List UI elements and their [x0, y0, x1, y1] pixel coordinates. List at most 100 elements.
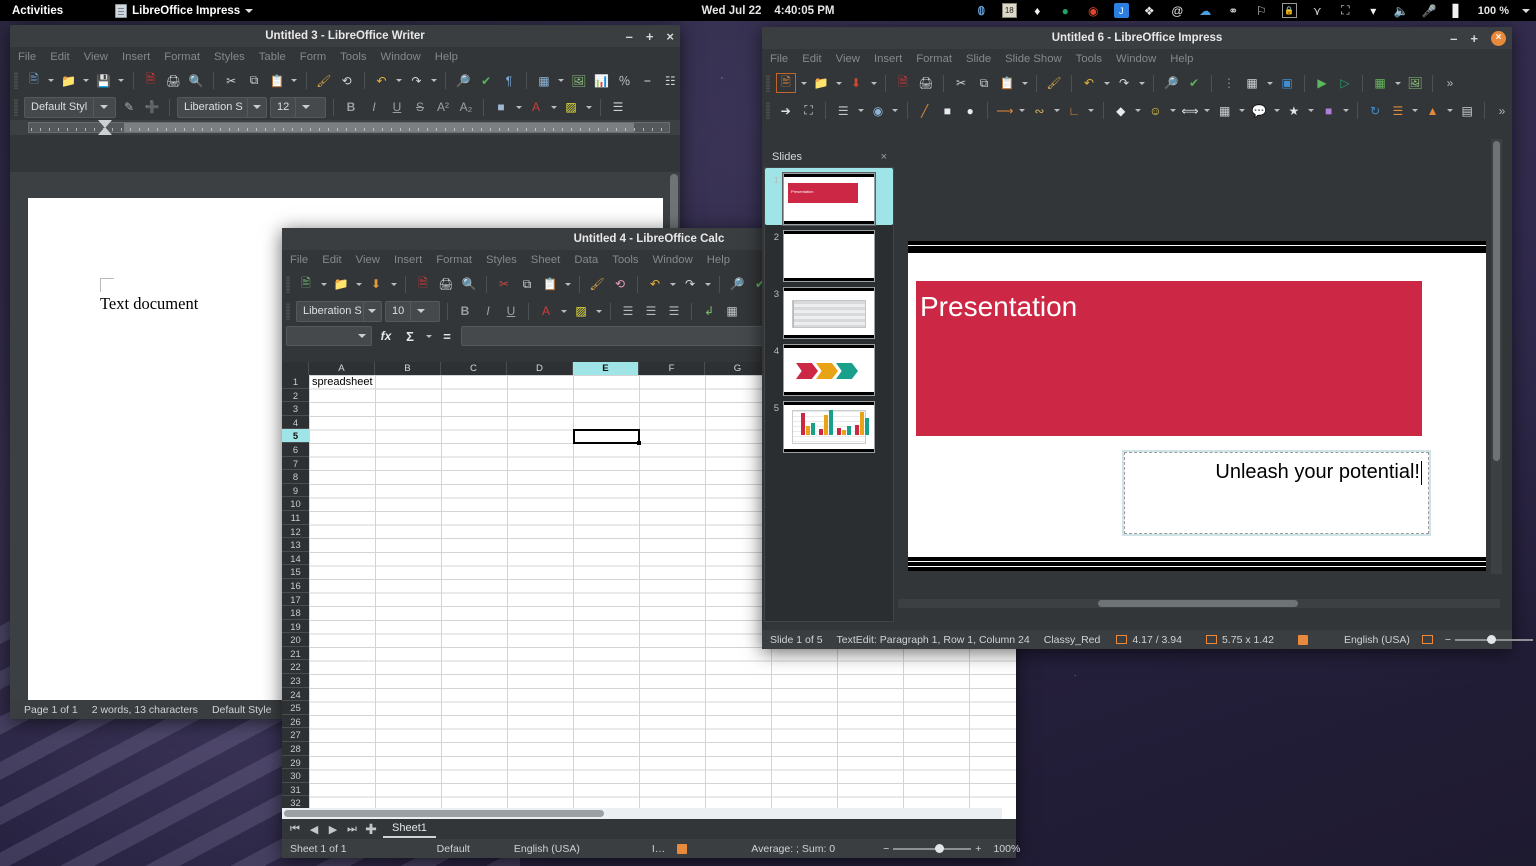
row-header-16[interactable]: 16 [282, 579, 309, 593]
master-slide-dropdown[interactable] [1265, 74, 1274, 92]
arrange-dropdown[interactable] [1445, 102, 1454, 120]
display-icon[interactable]: ⛶ [1338, 3, 1353, 18]
row-header-14[interactable]: 14 [282, 552, 309, 566]
row-header-6[interactable]: 6 [282, 443, 309, 457]
slide-thumb-canvas[interactable]: Presentation [783, 173, 875, 225]
redo-dropdown[interactable] [1137, 74, 1146, 92]
sheet-tab-sheet1[interactable]: Sheet1 [383, 820, 436, 838]
row-header-12[interactable]: 12 [282, 525, 309, 539]
last-sheet-icon[interactable]: ⏭ [345, 823, 359, 836]
stars-dropdown[interactable] [1307, 102, 1316, 120]
italic-icon[interactable]: I [364, 97, 384, 117]
toolbar-overflow-icon[interactable]: » [1440, 73, 1460, 93]
sum-icon[interactable]: Σ [400, 326, 420, 346]
start-from-first-slide-icon[interactable]: ▶ [1312, 73, 1332, 93]
align-left-icon[interactable]: ☰ [618, 301, 638, 321]
row-header-11[interactable]: 11 [282, 511, 309, 525]
image-icon[interactable]: 🖼 [1405, 73, 1425, 93]
subscript-icon[interactable]: A₂ [456, 97, 476, 117]
merge-cells-icon[interactable]: ▦ [722, 301, 742, 321]
impress-menubar[interactable]: File Edit View Insert Format Slide Slide… [762, 49, 1512, 69]
save-dropdown[interactable] [389, 275, 398, 293]
chevron-down-icon[interactable] [93, 98, 113, 117]
row-header-30[interactable]: 30 [282, 769, 309, 783]
bold-icon[interactable]: B [341, 97, 361, 117]
strikethrough-icon[interactable]: S [410, 97, 430, 117]
print-preview-icon[interactable]: 🔍 [186, 71, 206, 91]
menu-format[interactable]: Format [916, 53, 952, 65]
writer-page-style[interactable]: Default Style [212, 704, 272, 716]
undo-dropdown[interactable] [1102, 74, 1111, 92]
line-icon[interactable]: ╱ [915, 101, 935, 121]
paragraph-style-combo[interactable]: Default Styl [24, 97, 116, 118]
font-size-combo[interactable]: 12 [270, 97, 326, 118]
menu-view[interactable]: View [84, 51, 108, 63]
minimize-button[interactable]: – [626, 30, 633, 43]
flowchart-dropdown[interactable] [1238, 102, 1247, 120]
menu-slide-show[interactable]: Slide Show [1005, 53, 1062, 65]
toolbar-overflow-icon[interactable]: » [1492, 101, 1512, 121]
underline-icon[interactable]: U [387, 97, 407, 117]
undo-dropdown[interactable] [394, 72, 403, 90]
row-header-17[interactable]: 17 [282, 593, 309, 607]
calendar-icon[interactable]: 18 [1002, 3, 1017, 18]
paste-icon[interactable]: 📋 [540, 274, 560, 294]
save-icon[interactable]: ⬇ [366, 274, 386, 294]
arrow-icon[interactable]: ⟶ [995, 101, 1015, 121]
arrow-dropdown[interactable] [1018, 102, 1027, 120]
align-right-icon[interactable]: ☰ [664, 301, 684, 321]
row-header-27[interactable]: 27 [282, 728, 309, 742]
first-sheet-icon[interactable]: ⏮ [288, 823, 302, 836]
menu-insert[interactable]: Insert [874, 53, 902, 65]
row-header-10[interactable]: 10 [282, 497, 309, 511]
export-pdf-icon[interactable]: 🗎 [893, 73, 913, 93]
calc-page-style[interactable]: Default [437, 843, 470, 855]
impress-master-slide[interactable]: Classy_Red [1044, 634, 1101, 646]
fill-color-icon[interactable]: ◉ [868, 101, 888, 121]
previous-sheet-icon[interactable]: ◀ [307, 823, 321, 836]
redo-icon[interactable]: ↷ [1114, 73, 1134, 93]
maximize-button[interactable]: + [646, 30, 654, 43]
fit-slide-icon[interactable] [1422, 635, 1433, 644]
menu-window[interactable]: Window [1116, 53, 1156, 65]
menu-styles[interactable]: Styles [214, 51, 245, 63]
writer-formatting-toolbar[interactable]: Default Styl ✎ ➕ Liberation S 12 B I U S… [10, 94, 680, 120]
menu-slide[interactable]: Slide [966, 53, 991, 65]
undo-dropdown[interactable] [668, 275, 677, 293]
menu-format[interactable]: Format [436, 254, 472, 266]
slide-thumbnail-5[interactable]: 5 [765, 396, 893, 453]
impress-titlebar[interactable]: Untitled 6 - LibreOffice Impress – + × [762, 27, 1512, 49]
save-icon[interactable]: 💾 [94, 71, 114, 91]
row-header-2[interactable]: 2 [282, 389, 309, 403]
table-icon[interactable]: ▦ [534, 71, 554, 91]
background-color-dropdown[interactable] [594, 302, 603, 320]
cloud-upload-icon[interactable]: ☁ [1198, 3, 1213, 18]
3d-objects-dropdown[interactable] [1341, 102, 1350, 120]
close-button[interactable]: × [666, 30, 674, 43]
open-icon[interactable]: 📁 [59, 71, 79, 91]
row-header-7[interactable]: 7 [282, 457, 309, 471]
cell-a1[interactable]: spreadsheet [312, 376, 373, 388]
formatting-marks-icon[interactable]: ¶ [499, 71, 519, 91]
row-header-26[interactable]: 26 [282, 715, 309, 729]
clear-formatting-icon[interactable]: ⟲ [337, 71, 357, 91]
find-replace-icon[interactable]: 🔎 [727, 274, 747, 294]
new-document-icon[interactable]: 🖹 [296, 274, 316, 294]
align-left-icon[interactable]: ☰ [608, 97, 628, 117]
microphone-icon[interactable]: 🎤 [1422, 3, 1437, 18]
menu-edit[interactable]: Edit [50, 51, 69, 63]
row-headers[interactable]: 1234567891011121314151617181920212223242… [282, 375, 309, 810]
menu-view[interactable]: View [836, 53, 860, 65]
slide-editor-canvas[interactable]: Presentation Unleash your potential! [908, 241, 1486, 571]
save-status-icon[interactable] [677, 844, 687, 854]
menu-form[interactable]: Form [300, 51, 326, 63]
master-slide-icon[interactable]: ▦ [1242, 73, 1262, 93]
select-all-corner[interactable] [282, 362, 309, 375]
column-header-e[interactable]: E [573, 362, 639, 375]
impress-language[interactable]: English (USA) [1344, 634, 1410, 646]
row-header-15[interactable]: 15 [282, 565, 309, 579]
redo-icon[interactable]: ↷ [406, 71, 426, 91]
underline-icon[interactable]: U [501, 301, 521, 321]
writer-word-count[interactable]: 2 words, 13 characters [92, 704, 198, 716]
ellipse-icon[interactable]: ● [960, 101, 980, 121]
